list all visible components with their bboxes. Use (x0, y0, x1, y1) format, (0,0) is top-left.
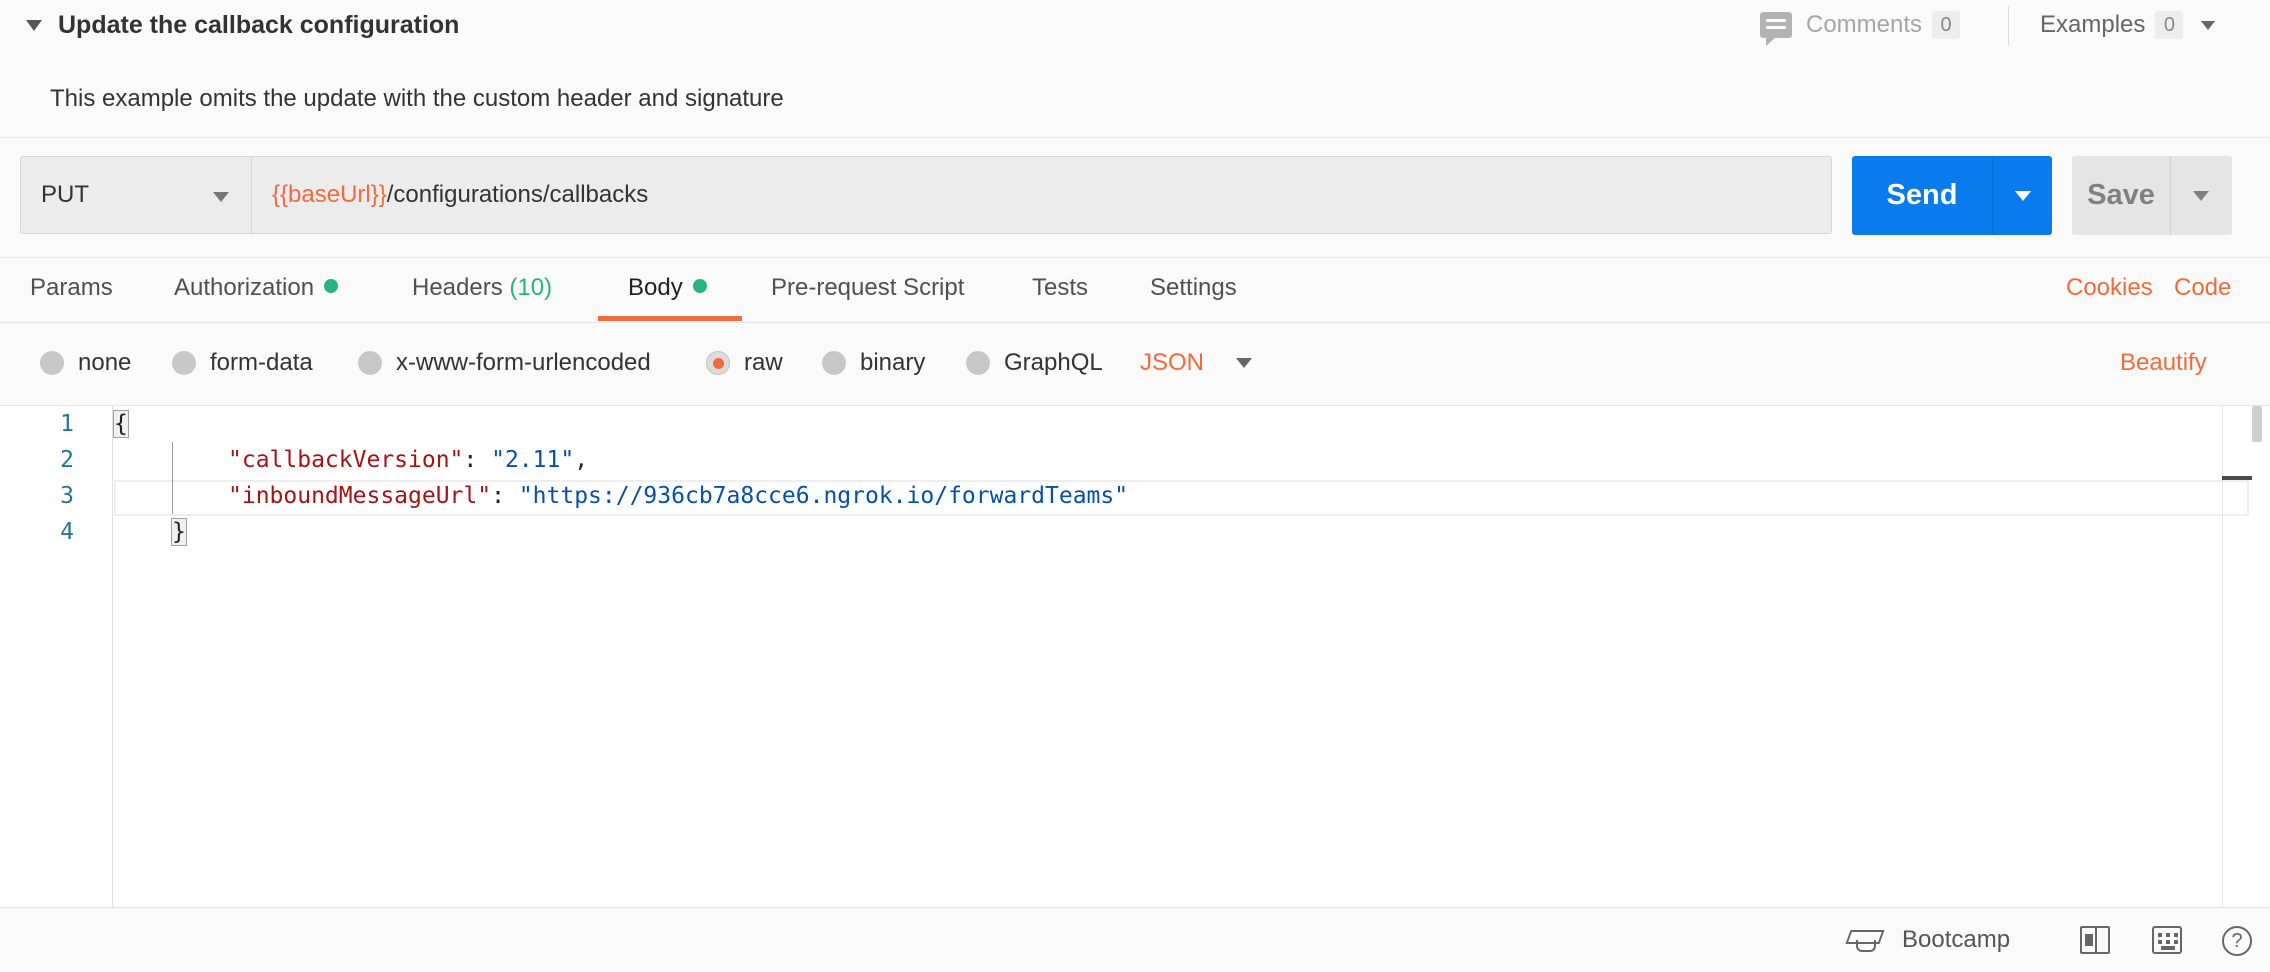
send-button-group: Send (1852, 156, 2052, 235)
code-line-4: } (171, 518, 187, 546)
comments-label: Comments (1806, 11, 1923, 38)
line-number: 4 (60, 519, 74, 545)
comments-count-badge: 0 (1932, 11, 1961, 39)
radio-selected-icon (706, 351, 730, 375)
url-bar: PUT {{baseUrl}}/configurations/callbacks… (0, 138, 2270, 258)
active-tab-indicator (598, 316, 742, 321)
save-options-chevron-icon[interactable] (2193, 191, 2209, 201)
send-divider (1992, 156, 1993, 235)
save-divider (2170, 156, 2171, 235)
code-link[interactable]: Code (2174, 274, 2231, 302)
tab-tests[interactable]: Tests (1032, 274, 1088, 302)
url-variable: {{baseUrl}} (272, 181, 387, 208)
request-title[interactable]: Update the callback configuration (58, 11, 459, 40)
radio-binary[interactable]: binary (822, 349, 925, 377)
overview-ruler-cursor (2222, 476, 2252, 480)
radio-raw[interactable]: raw (706, 349, 783, 377)
method-value: PUT (41, 181, 89, 208)
bootcamp-button[interactable]: Bootcamp (1848, 926, 2010, 954)
line-number: 3 (60, 483, 74, 509)
header-divider (2008, 6, 2009, 46)
tab-settings[interactable]: Settings (1150, 274, 1237, 302)
json-value: "2.11" (491, 447, 575, 473)
code-line-2: "callbackVersion": "2.11", (228, 447, 589, 473)
radio-icon (358, 351, 382, 375)
code-editor[interactable]: 1 2 3 4 { "callbackVersion": "2.11", "in… (0, 406, 2270, 907)
language-select[interactable]: JSON (1140, 349, 1253, 377)
body-type-options: none form-data x-www-form-urlencoded raw… (0, 323, 2270, 406)
status-dot-icon (692, 279, 707, 293)
json-key: "inboundMessageUrl" (228, 483, 492, 509)
editor-scroll-track (2222, 406, 2223, 907)
examples-dropdown[interactable]: Examples 0 (2040, 10, 2216, 40)
tab-authorization[interactable]: Authorization (174, 274, 339, 302)
examples-count-badge: 0 (2155, 11, 2184, 39)
line-number: 1 (60, 411, 74, 437)
tab-body[interactable]: Body (628, 274, 707, 302)
url-input[interactable]: {{baseUrl}}/configurations/callbacks (251, 156, 1832, 234)
chevron-down-icon (213, 192, 229, 202)
chevron-down-icon (2201, 20, 2216, 30)
cookies-link[interactable]: Cookies (2066, 274, 2153, 302)
bootcamp-label: Bootcamp (1902, 926, 2011, 953)
json-key: "callbackVersion" (228, 447, 464, 473)
open-brace: { (113, 410, 129, 438)
headers-count: (10) (509, 274, 553, 301)
json-value: "https://936cb7a8cce6.ngrok.io/forwardTe… (518, 483, 1129, 509)
send-options-chevron-icon[interactable] (2015, 191, 2031, 201)
request-description: This example omits the update with the c… (50, 85, 784, 112)
radio-form-data[interactable]: form-data (172, 349, 313, 377)
comment-bubble-icon (1760, 12, 1792, 46)
line-number-gutter: 1 2 3 4 (0, 406, 113, 907)
url-path: /configurations/callbacks (386, 181, 649, 208)
tab-headers[interactable]: Headers (10) (412, 274, 552, 302)
help-icon[interactable]: ? (2222, 926, 2252, 956)
radio-none[interactable]: none (40, 349, 131, 377)
language-value: JSON (1140, 349, 1205, 376)
collapse-triangle-icon[interactable] (26, 20, 42, 31)
keyboard-shortcuts-icon[interactable] (2152, 926, 2182, 954)
status-bar: Bootcamp ? (0, 907, 2270, 972)
radio-icon (966, 351, 990, 375)
graduation-cap-icon (1848, 928, 1880, 952)
save-button-group: Save (2072, 156, 2232, 235)
chevron-down-icon (1236, 358, 1253, 368)
close-brace: } (171, 518, 187, 546)
two-pane-view-icon[interactable] (2080, 926, 2110, 954)
comments-button[interactable]: Comments 0 (1760, 10, 1961, 46)
method-select[interactable]: PUT (20, 156, 252, 234)
code-line-1: { (113, 410, 129, 438)
radio-x-www-form-urlencoded[interactable]: x-www-form-urlencoded (358, 349, 651, 377)
status-dot-icon (324, 279, 339, 293)
indent-guide (172, 442, 173, 514)
request-header: Update the callback configuration This e… (0, 0, 2270, 138)
page-scrollbar[interactable] (2252, 406, 2262, 442)
request-tabs: Params Authorization Headers (10) Body P… (0, 258, 2270, 323)
examples-label: Examples (2040, 11, 2146, 38)
radio-icon (40, 351, 64, 375)
line-number: 2 (60, 447, 74, 473)
tab-params[interactable]: Params (30, 274, 113, 302)
tab-pre-request-script[interactable]: Pre-request Script (771, 274, 964, 302)
code-line-3: "inboundMessageUrl": "https://936cb7a8cc… (228, 483, 1129, 509)
save-button[interactable]: Save (2072, 156, 2170, 235)
send-button[interactable]: Send (1852, 156, 1992, 235)
radio-icon (822, 351, 846, 375)
beautify-link[interactable]: Beautify (2120, 349, 2207, 377)
radio-icon (172, 351, 196, 375)
radio-graphql[interactable]: GraphQL (966, 349, 1103, 377)
